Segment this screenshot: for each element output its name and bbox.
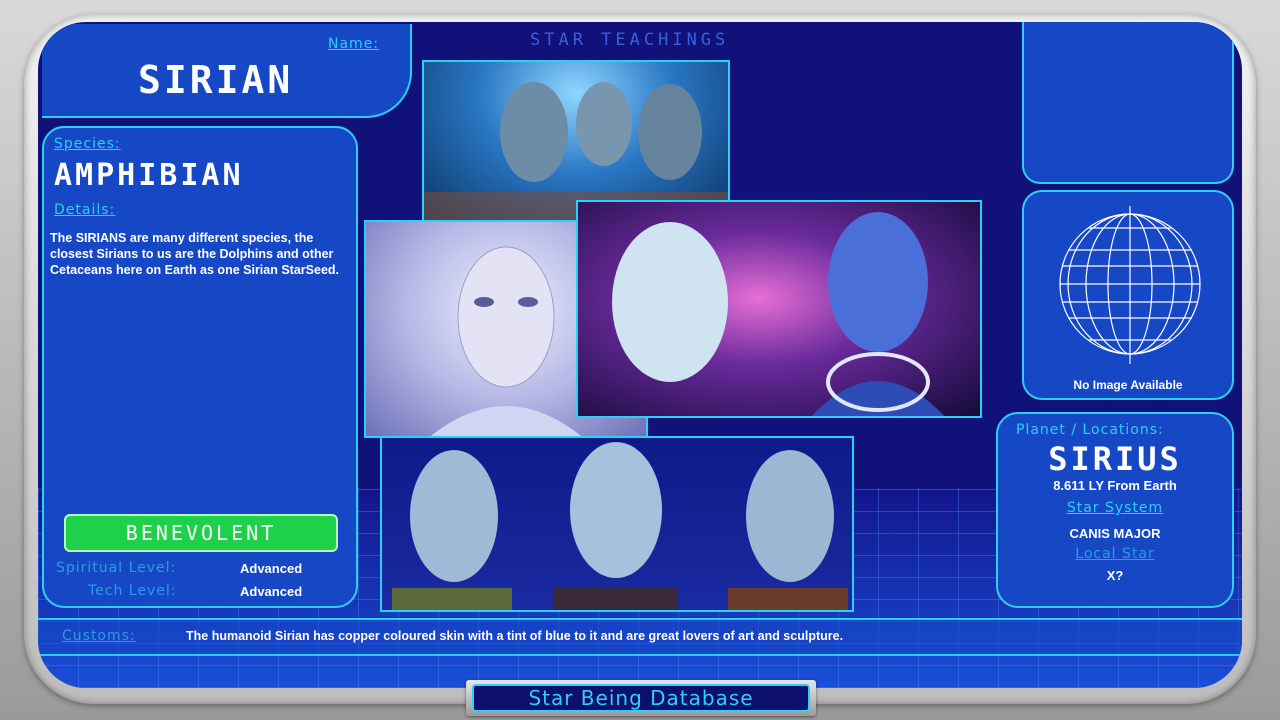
dolphins-photo: [422, 60, 730, 222]
three-sirians-photo: [380, 436, 854, 612]
footer-title: Star Being Database: [472, 684, 810, 712]
name-label: Name:: [328, 36, 380, 52]
alignment-badge: BENEVOLENT: [64, 514, 338, 552]
species-panel: Species: AMPHIBIAN Details: The SIRIANS …: [42, 126, 358, 608]
local-star-label: Local Star: [1075, 546, 1155, 562]
star-system-value: CANIS MAJOR: [1069, 526, 1161, 541]
globe-icon: [1059, 206, 1201, 364]
spiritual-level-label: Spiritual Level:: [56, 560, 177, 576]
empty-image-panel: [1022, 22, 1234, 184]
page-title: STAR TEACHINGS: [530, 30, 730, 50]
tech-level-label: Tech Level:: [88, 583, 177, 599]
tech-level-value: Advanced: [240, 584, 303, 599]
blue-beings-cosmos-photo: [576, 200, 982, 418]
star-system-label: Star System: [1066, 500, 1164, 516]
planet-name: SIRIUS: [1048, 440, 1182, 478]
name-value: SIRIAN: [138, 58, 294, 102]
local-star-value: X?: [1106, 568, 1124, 583]
planet-distance: 8.611 LY From Earth: [1053, 478, 1177, 493]
planet-panel: Planet / Locations: SIRIUS 8.611 LY From…: [996, 412, 1234, 608]
planet-label: Planet / Locations:: [1016, 422, 1164, 438]
customs-text: The humanoid Sirian has copper coloured …: [186, 629, 844, 643]
database-screen: STAR TEACHINGS Name: SIRIAN Species: AMP…: [38, 22, 1242, 688]
portrait-image: [612, 212, 945, 416]
customs-label: Customs:: [62, 628, 136, 644]
no-image-caption: No Image Available: [1073, 378, 1183, 392]
details-text: The SIRIANS are many different species, …: [50, 231, 340, 277]
customs-strip: Customs: The humanoid Sirian has copper …: [38, 618, 1242, 656]
species-value: AMPHIBIAN: [54, 158, 244, 193]
species-label: Species:: [54, 136, 121, 152]
portrait-image: [392, 442, 848, 610]
spiritual-level-value: Advanced: [240, 561, 303, 576]
name-panel: Name: SIRIAN: [42, 24, 412, 118]
dolphin-image: [424, 82, 728, 220]
globe-panel: No Image Available: [1022, 190, 1234, 400]
footer-title-plate: Star Being Database: [466, 680, 816, 716]
details-label: Details:: [54, 202, 116, 218]
